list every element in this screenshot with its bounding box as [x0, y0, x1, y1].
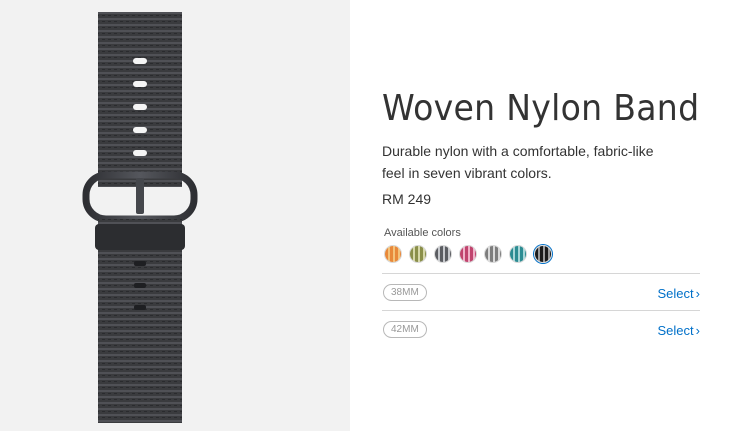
- swatch-pattern: [435, 246, 451, 262]
- swatch-pattern: [410, 246, 426, 262]
- band-keeper: [95, 224, 185, 250]
- product-title: Woven Nylon Band: [382, 88, 700, 129]
- band-hole: [133, 81, 147, 87]
- band-upper-strap: [98, 12, 182, 187]
- chevron-right-icon: ›: [695, 286, 700, 301]
- size-row-42mm: 42MM Select ›: [382, 310, 700, 347]
- buckle-tongue: [136, 178, 144, 214]
- band-notch: [134, 283, 146, 288]
- band-notch: [134, 261, 146, 266]
- color-swatch-black[interactable]: [534, 245, 552, 263]
- product-image-panel: [0, 0, 350, 431]
- swatch-pattern: [485, 246, 501, 262]
- color-swatch-teal[interactable]: [509, 245, 527, 263]
- woven-band-image: [82, 12, 198, 423]
- size-badge-42mm: 42MM: [383, 321, 427, 338]
- select-label: Select: [657, 286, 694, 301]
- band-hole: [133, 58, 147, 64]
- select-38mm-link[interactable]: Select ›: [658, 286, 700, 301]
- chevron-right-icon: ›: [695, 323, 700, 338]
- color-swatch-silver[interactable]: [484, 245, 502, 263]
- product-description: Durable nylon with a comfortable, fabric…: [382, 143, 654, 181]
- band-notch: [134, 305, 146, 310]
- size-badge-38mm: 38MM: [383, 284, 427, 301]
- swatch-pattern: [385, 246, 401, 262]
- product-price: RM 249: [382, 191, 432, 207]
- band-hole: [133, 150, 147, 156]
- select-42mm-link[interactable]: Select ›: [658, 323, 700, 338]
- color-swatch-orange[interactable]: [384, 245, 402, 263]
- band-hole: [133, 127, 147, 133]
- color-swatch-pink[interactable]: [459, 245, 477, 263]
- color-swatch-gray[interactable]: [434, 245, 452, 263]
- swatch-pattern: [510, 246, 526, 262]
- color-swatch-olive[interactable]: [409, 245, 427, 263]
- band-hole: [133, 104, 147, 110]
- select-label: Select: [657, 323, 694, 338]
- size-row-38mm: 38MM Select ›: [382, 273, 700, 310]
- color-swatches: [384, 244, 552, 264]
- swatch-pattern: [460, 246, 476, 262]
- swatch-pattern: [535, 246, 551, 262]
- available-colors-label: Available colors: [384, 227, 461, 239]
